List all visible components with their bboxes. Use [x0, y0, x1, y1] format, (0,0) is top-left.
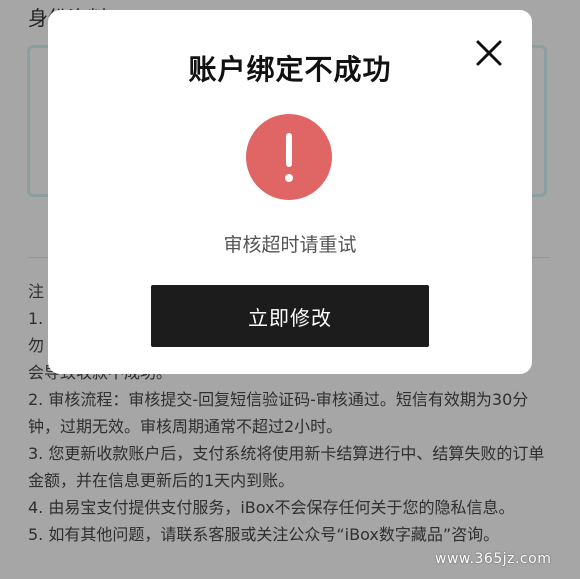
close-button[interactable]: [472, 36, 506, 70]
error-dialog: 账户绑定不成功 审核超时请重试 立即修改: [48, 10, 532, 374]
close-icon: [476, 40, 502, 66]
exclamation-circle-icon: [246, 114, 332, 200]
modify-button[interactable]: 立即修改: [151, 285, 429, 347]
watermark: www.365jz.com: [435, 551, 552, 567]
dialog-title: 账户绑定不成功: [188, 53, 392, 86]
dialog-message: 审核超时请重试: [223, 234, 357, 256]
